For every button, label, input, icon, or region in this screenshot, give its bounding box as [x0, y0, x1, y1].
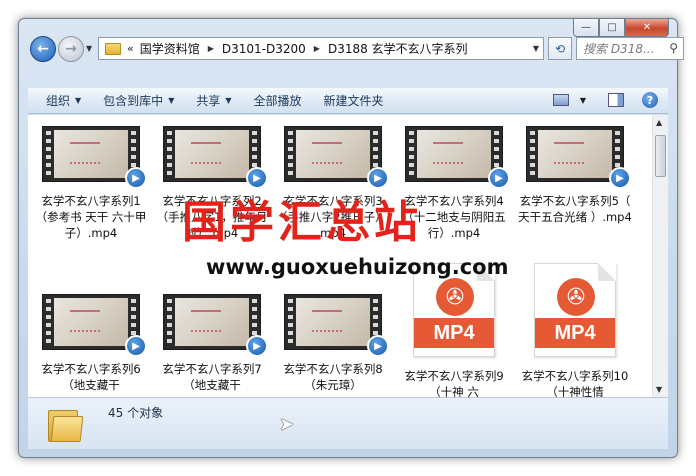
video-thumbnail: ▶ [42, 126, 147, 189]
toolbar-include-in-library[interactable]: 包含到库中 ▼ [103, 92, 174, 109]
command-bar: 组织 ▼ 包含到库中 ▼ 共享 ▼ 全部播放 新建文件夹 ▼ ? [28, 88, 668, 114]
film-reel-icon: ✇ [557, 278, 595, 316]
view-options-dropdown[interactable]: ▼ [580, 96, 586, 105]
mouse-cursor-icon: ➤ [279, 414, 295, 435]
toolbar-organize[interactable]: 组织 ▼ [46, 92, 81, 109]
file-name: 玄学不玄八字系列5（ 天干五合光绪 ）.mp4 [518, 194, 632, 224]
video-thumbnail: ▶ [163, 126, 268, 189]
file-item[interactable]: ▶ 玄学不玄八字系列5（ 天干五合光绪 ）.mp4 [516, 117, 634, 225]
media-player-icon: ▶ [125, 167, 147, 189]
toolbar-share[interactable]: 共享 ▼ [196, 92, 231, 109]
toolbar-label: 组织 [46, 94, 71, 108]
file-item[interactable]: ✇ MP4 玄学不玄八字系列9（十神 六 [395, 263, 513, 397]
help-icon[interactable]: ? [642, 92, 658, 108]
toolbar-label: 包含到库中 [103, 94, 164, 108]
vertical-scrollbar[interactable]: ▲ ▼ [652, 115, 668, 397]
search-icon[interactable]: ⚲ [669, 41, 678, 55]
watermark-url: www.guoxuehuizong.com [206, 255, 509, 279]
change-view-icon[interactable] [552, 94, 569, 106]
toolbar-new-folder[interactable]: 新建文件夹 [324, 92, 384, 109]
file-name: 玄学不玄八字系列1（参考书 天干 六十甲子）.mp4 [35, 194, 147, 240]
toolbar-label: 新建文件夹 [323, 94, 384, 108]
breadcrumb-overflow[interactable]: « [127, 42, 134, 55]
media-player-icon: ▶ [609, 167, 631, 189]
scroll-up-icon[interactable]: ▲ [656, 118, 662, 127]
item-count: 45 个对象 [108, 406, 164, 420]
folder-icon [48, 406, 84, 442]
video-thumbnail: ▶ [163, 294, 268, 357]
video-thumbnail: ▶ [405, 126, 510, 189]
toolbar-right-group: ▼ ? [552, 92, 658, 108]
video-thumbnail: ▶ [42, 294, 147, 357]
file-name: 玄学不玄八字系列6（地支藏干 [41, 362, 141, 392]
toolbar-play-all[interactable]: 全部播放 [254, 92, 302, 109]
video-thumbnail: ▶ [284, 294, 389, 357]
breadcrumb-item-2[interactable]: D3188 玄学不玄八字系列 [328, 40, 468, 57]
search-placeholder: 搜索 D318... [583, 42, 655, 56]
address-dropdown-icon[interactable]: ▼ [533, 44, 539, 53]
media-player-icon: ▶ [488, 167, 510, 189]
file-name: 玄学不玄八字系列9（十神 六 [404, 369, 504, 397]
breadcrumb-item-1[interactable]: D3101-D3200 [222, 42, 306, 56]
breadcrumb-item-0[interactable]: 国学资料馆 [140, 40, 200, 57]
media-player-icon: ▶ [125, 335, 147, 357]
chevron-down-icon: ▼ [75, 96, 82, 105]
file-item[interactable]: ✇ MP4 玄学不玄八字系列10（十神性情 [516, 263, 634, 397]
mp4-file-icon: ✇ MP4 [534, 263, 616, 357]
film-reel-icon: ✇ [436, 278, 474, 316]
forward-button[interactable]: → [58, 36, 84, 62]
media-player-icon: ▶ [246, 335, 268, 357]
file-item[interactable]: ▶ 玄学不玄八字系列7（地支藏干 [153, 285, 271, 393]
chevron-down-icon: ▼ [168, 96, 175, 105]
details-pane: 45 个对象 [28, 397, 668, 449]
watermark-text: 国学汇总站 [182, 197, 422, 248]
file-name: 玄学不玄八字系列7（地支藏干 [162, 362, 262, 392]
toolbar-label: 共享 [196, 94, 221, 108]
navigation-row: ← → ▼ « 国学资料馆 ▶ D3101-D3200 ▶ D3188 玄学不玄… [28, 34, 684, 64]
mp4-label: MP4 [535, 318, 615, 348]
mp4-label: MP4 [414, 318, 494, 348]
scrollbar-thumb[interactable] [655, 135, 666, 177]
breadcrumb-separator[interactable]: ▶ [208, 44, 214, 53]
file-item[interactable]: ▶ 玄学不玄八字系列1（参考书 天干 六十甲子）.mp4 [32, 117, 150, 241]
breadcrumb-separator[interactable]: ▶ [314, 44, 320, 53]
refresh-button[interactable]: ⟲ [548, 37, 572, 60]
address-bar[interactable]: « 国学资料馆 ▶ D3101-D3200 ▶ D3188 玄学不玄八字系列 ▼ [98, 37, 544, 60]
toolbar-label: 全部播放 [253, 94, 302, 108]
folder-icon [105, 42, 121, 55]
file-item[interactable]: ▶ 玄学不玄八字系列8（朱元璋） [274, 285, 392, 393]
scroll-down-icon[interactable]: ▼ [656, 385, 662, 394]
recent-pages-dropdown[interactable]: ▼ [86, 44, 92, 53]
chevron-down-icon: ▼ [225, 96, 232, 105]
back-button[interactable]: ← [30, 36, 56, 62]
file-item[interactable]: ▶ 玄学不玄八字系列6（地支藏干 [32, 285, 150, 393]
search-input[interactable]: 搜索 D318... ⚲ [576, 37, 684, 60]
file-name: 玄学不玄八字系列10（十神性情 [521, 369, 629, 397]
video-thumbnail: ▶ [526, 126, 631, 189]
preview-pane-icon[interactable] [608, 93, 624, 107]
file-name: 玄学不玄八字系列8（朱元璋） [283, 362, 383, 392]
video-thumbnail: ▶ [284, 126, 389, 189]
media-player-icon: ▶ [367, 335, 389, 357]
